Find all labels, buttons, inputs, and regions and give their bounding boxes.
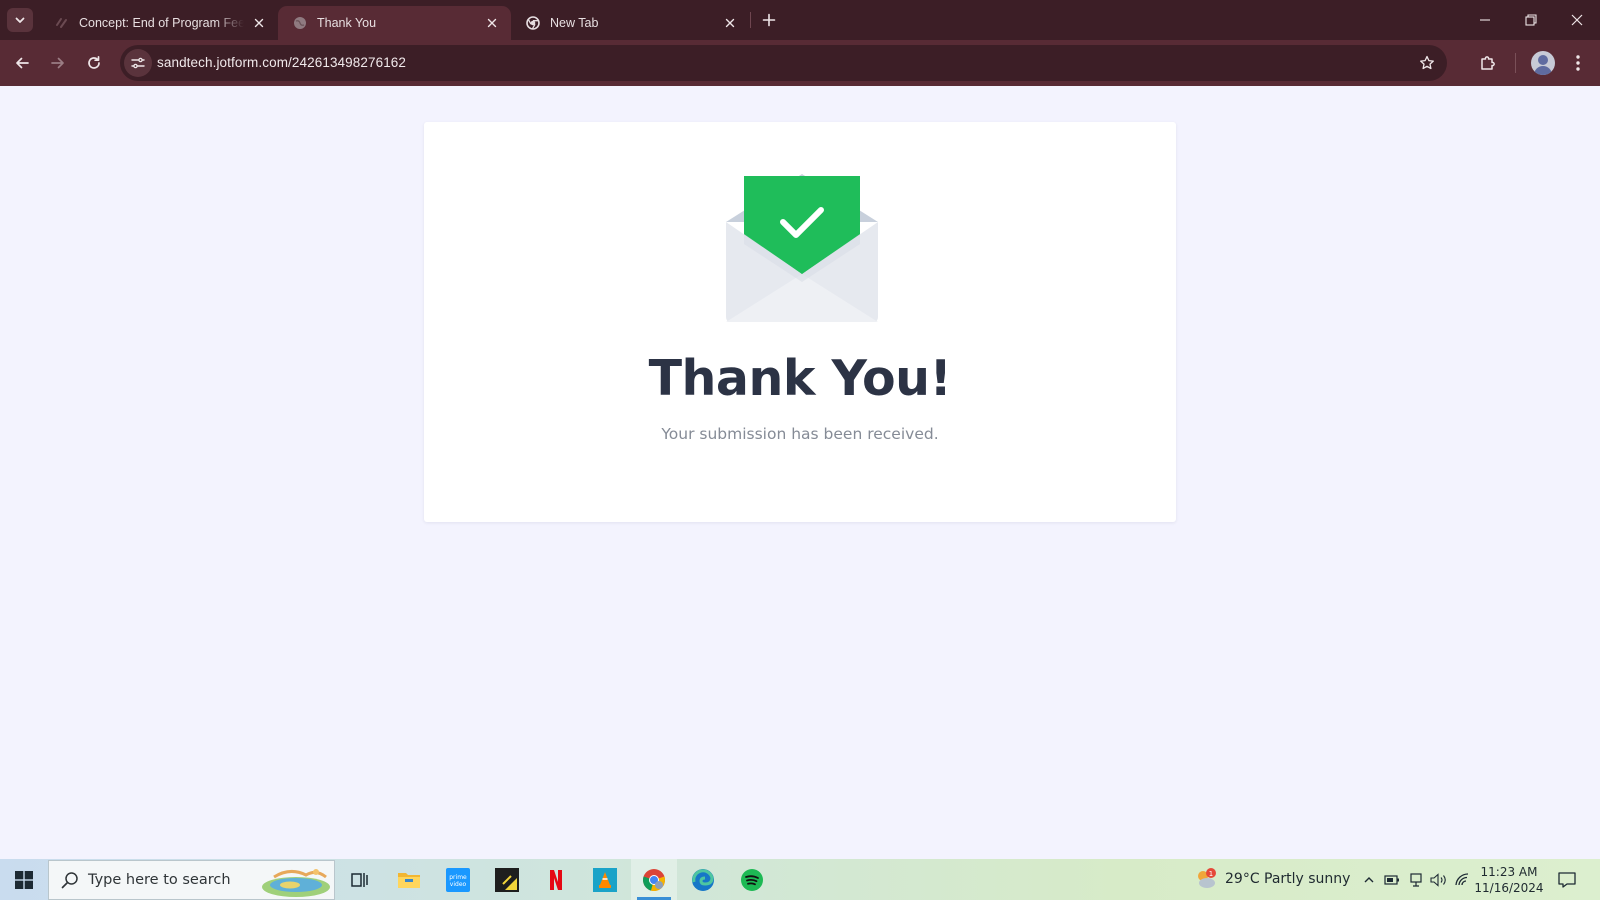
forward-button[interactable] [44, 49, 72, 77]
profile-avatar[interactable] [1531, 51, 1555, 75]
minimize-icon [1480, 19, 1490, 21]
windows-taskbar: Type here to search prime video 1 29°C P… [0, 859, 1600, 900]
restore-icon [1525, 14, 1537, 26]
search-icon [61, 872, 78, 889]
vlc-button[interactable] [582, 859, 628, 900]
tab-title: New Tab [550, 16, 599, 30]
globe-favicon-icon [292, 15, 308, 31]
reload-button[interactable] [80, 49, 108, 77]
svg-text:prime: prime [449, 874, 467, 881]
notifications-button[interactable] [1557, 870, 1577, 890]
spotify-button[interactable] [729, 859, 775, 900]
extensions-button[interactable] [1474, 49, 1502, 77]
search-placeholder: Type here to search [88, 872, 231, 888]
browser-toolbar: sandtech.jotform.com/242613498276162 [0, 40, 1600, 86]
tab-title: Thank You [317, 16, 377, 30]
close-tab-icon[interactable] [250, 14, 268, 32]
prime-video-button[interactable]: prime video [435, 859, 481, 900]
chrome-button[interactable] [631, 859, 677, 900]
netflix-icon [550, 869, 562, 890]
star-icon [1420, 55, 1434, 70]
chevron-down-icon [15, 17, 25, 23]
close-tab-icon[interactable] [483, 14, 501, 32]
minimize-button[interactable] [1462, 0, 1508, 40]
search-highlight-illustration [262, 869, 330, 897]
avatar-head [1538, 55, 1548, 65]
task-view-icon [351, 872, 368, 887]
confirmation-message: Your submission has been received. [661, 425, 939, 443]
show-hidden-icons-button[interactable] [1359, 870, 1379, 890]
restore-button[interactable] [1508, 0, 1554, 40]
tab-strip: Concept: End of Program Feedb Thank You … [0, 0, 1600, 40]
sticky-notes-icon [495, 867, 519, 892]
weather-icon[interactable]: 1 [1194, 867, 1218, 891]
puzzle-icon [1481, 56, 1495, 70]
more-vertical-icon [1576, 55, 1580, 71]
meet-now-icon[interactable] [1406, 870, 1426, 890]
close-tab-icon[interactable] [721, 14, 739, 32]
volume-icon[interactable] [1429, 870, 1449, 890]
arrow-left-icon [16, 57, 29, 69]
new-tab-button[interactable] [758, 9, 780, 31]
tab-new-tab[interactable]: New Tab [511, 6, 749, 40]
avatar-body [1534, 66, 1552, 75]
close-icon [1571, 14, 1583, 26]
thank-you-card: Thank You! Your submission has been rece… [424, 122, 1176, 522]
windows-logo-icon [15, 870, 33, 889]
tab-thank-you[interactable]: Thank You [278, 6, 511, 40]
back-button[interactable] [8, 49, 36, 77]
page-title: Thank You! [648, 350, 952, 407]
svg-text:video: video [450, 881, 467, 888]
weather-temperature[interactable]: 29°C [1225, 871, 1260, 887]
notification-icon [1558, 872, 1576, 888]
weather-condition[interactable]: Partly sunny [1264, 871, 1350, 887]
toolbar-separator [1515, 53, 1516, 73]
vlc-icon [593, 867, 617, 892]
chrome-favicon-icon [525, 15, 541, 31]
edge-button[interactable] [680, 859, 726, 900]
folder-icon [398, 872, 420, 888]
tab-concept-feedback[interactable]: Concept: End of Program Feedb [40, 6, 278, 40]
site-info-button[interactable] [124, 49, 152, 77]
weather-badge: 1 [1209, 870, 1213, 878]
tab-separator [750, 12, 751, 28]
jotform-favicon-icon [54, 15, 70, 31]
chevron-up-icon [1364, 877, 1374, 883]
spotify-icon [741, 868, 763, 891]
url-text[interactable]: sandtech.jotform.com/242613498276162 [157, 55, 406, 70]
tab-search-button[interactable] [7, 8, 33, 32]
chrome-icon [643, 868, 665, 891]
arrow-right-icon [51, 57, 64, 69]
close-window-button[interactable] [1554, 0, 1600, 40]
prime-video-icon: primevideo [446, 867, 470, 892]
bookmark-star-button[interactable] [1417, 53, 1437, 73]
plus-icon [762, 13, 776, 27]
task-view-button[interactable] [337, 859, 383, 900]
reload-icon [88, 55, 100, 69]
battery-icon[interactable] [1382, 870, 1402, 890]
envelope-check-icon [726, 174, 878, 322]
browser-menu-button[interactable] [1564, 49, 1592, 77]
system-clock[interactable]: 11:23 AM 11/16/2024 [1474, 864, 1544, 896]
file-explorer-button[interactable] [386, 859, 432, 900]
clock-date: 11/16/2024 [1474, 881, 1544, 895]
tune-icon [131, 57, 145, 69]
edge-icon [692, 868, 714, 891]
netflix-button[interactable] [533, 859, 579, 900]
clock-time: 11:23 AM [1480, 865, 1538, 879]
wifi-icon[interactable] [1452, 870, 1472, 890]
tab-title: Concept: End of Program Feedb [79, 16, 244, 30]
address-bar[interactable]: sandtech.jotform.com/242613498276162 [120, 45, 1447, 81]
sticky-notes-button[interactable] [484, 859, 530, 900]
page-viewport: Thank You! Your submission has been rece… [0, 86, 1600, 859]
start-button[interactable] [0, 859, 48, 900]
taskbar-search-box[interactable]: Type here to search [48, 860, 335, 900]
